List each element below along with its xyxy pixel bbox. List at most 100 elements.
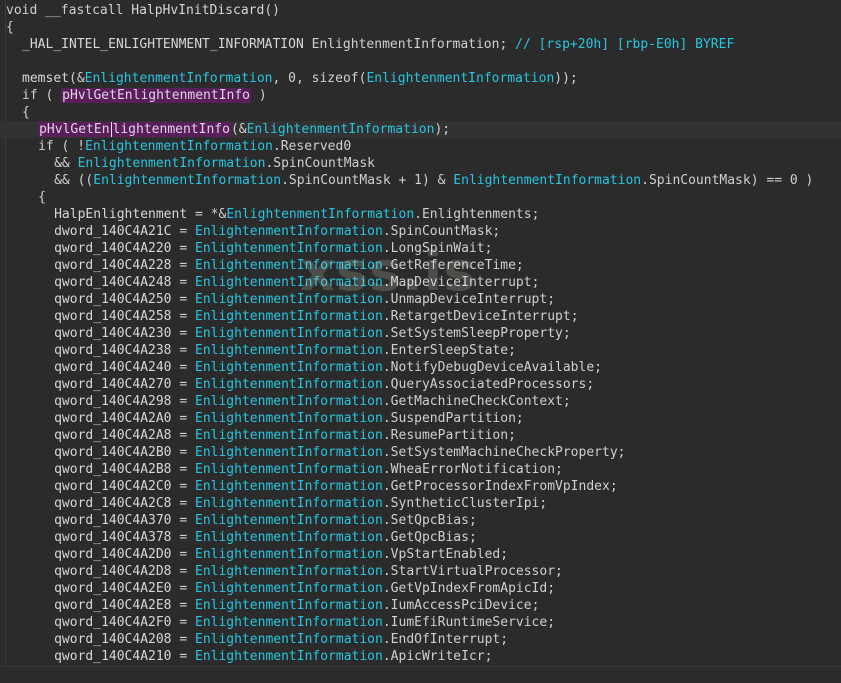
code-line[interactable]: if ( pHvlGetEnlightenmentInfo ) xyxy=(0,87,841,104)
local-variable-token[interactable]: EnlightenmentInformation xyxy=(195,292,383,307)
code-line[interactable]: qword_140C4A2C0 = EnlightenmentInformati… xyxy=(0,478,841,495)
local-variable-token[interactable]: EnlightenmentInformation xyxy=(247,122,435,137)
code-line[interactable]: qword_140C4A298 = EnlightenmentInformati… xyxy=(0,393,841,410)
code-area[interactable]: void __fastcall HalpHvInitDiscard(){_HAL… xyxy=(0,2,841,665)
local-variable-token[interactable]: EnlightenmentInformation xyxy=(195,309,383,324)
local-variable-token[interactable]: EnlightenmentInformation xyxy=(366,71,554,86)
local-variable-token[interactable]: EnlightenmentInformation xyxy=(453,173,641,188)
local-variable-token[interactable]: EnlightenmentInformation xyxy=(195,496,383,511)
local-variable-token[interactable]: EnlightenmentInformation xyxy=(195,632,383,647)
struct-member-token[interactable]: LongSpinWait xyxy=(391,241,485,256)
local-variable-token[interactable]: EnlightenmentInformation xyxy=(195,530,383,545)
struct-member-token[interactable]: StartVirtualProcessor xyxy=(391,564,555,579)
code-line[interactable]: qword_140C4A2A8 = EnlightenmentInformati… xyxy=(0,427,841,444)
struct-member-token[interactable]: IumAccessPciDevice xyxy=(391,598,532,613)
code-line[interactable]: qword_140C4A370 = EnlightenmentInformati… xyxy=(0,512,841,529)
function-name-token[interactable]: HalpHvInitDiscard xyxy=(131,3,264,18)
code-line[interactable]: qword_140C4A2A0 = EnlightenmentInformati… xyxy=(0,410,841,427)
code-line[interactable]: if ( !EnlightenmentInformation.Reserved0 xyxy=(0,138,841,155)
local-variable-token[interactable]: EnlightenmentInformation xyxy=(85,139,273,154)
struct-member-token[interactable]: WheaErrorNotification xyxy=(391,462,555,477)
code-line[interactable]: && EnlightenmentInformation.SpinCountMas… xyxy=(0,155,841,172)
global-variable-token[interactable]: qword_140C4A370 xyxy=(54,513,171,528)
struct-member-token[interactable]: SpinCountMask xyxy=(391,224,493,239)
local-variable-token[interactable]: EnlightenmentInformation xyxy=(195,581,383,596)
global-variable-token[interactable]: qword_140C4A2B0 xyxy=(54,445,171,460)
local-variable-token[interactable]: EnlightenmentInformation xyxy=(195,343,383,358)
struct-member-token[interactable]: SetQpcBias xyxy=(391,513,469,528)
global-variable-token[interactable]: HalpEnlightenment xyxy=(54,207,187,222)
global-variable-token[interactable]: qword_140C4A298 xyxy=(54,394,171,409)
code-line[interactable]: void __fastcall HalpHvInitDiscard() xyxy=(0,2,841,19)
function-name-token[interactable]: memset xyxy=(22,71,69,86)
struct-member-token[interactable]: SpinCountMask xyxy=(649,173,751,188)
global-variable-token[interactable]: qword_140C4A2F0 xyxy=(54,615,171,630)
code-line[interactable]: qword_140C4A378 = EnlightenmentInformati… xyxy=(0,529,841,546)
local-variable-token[interactable]: EnlightenmentInformation xyxy=(195,513,383,528)
struct-member-token[interactable]: EndOfInterrupt xyxy=(391,632,501,647)
code-line[interactable]: qword_140C4A248 = EnlightenmentInformati… xyxy=(0,274,841,291)
pseudocode-editor[interactable]: void __fastcall HalpHvInitDiscard(){_HAL… xyxy=(0,0,841,683)
struct-member-token[interactable]: UnmapDeviceInterrupt xyxy=(391,292,548,307)
struct-member-token[interactable]: SpinCountMask xyxy=(289,173,391,188)
local-variable-token[interactable]: EnlightenmentInformation xyxy=(195,275,383,290)
global-variable-token[interactable]: qword_140C4A2E8 xyxy=(54,598,171,613)
struct-member-token[interactable]: Reserved0 xyxy=(281,139,351,154)
global-variable-token[interactable]: qword_140C4A2C0 xyxy=(54,479,171,494)
local-variable-token[interactable]: EnlightenmentInformation xyxy=(195,241,383,256)
code-line[interactable]: qword_140C4A250 = EnlightenmentInformati… xyxy=(0,291,841,308)
local-variable-token[interactable]: EnlightenmentInformation xyxy=(93,173,281,188)
highlighted-function-token[interactable]: pHvlGetEnlightenmentInfo xyxy=(61,88,252,103)
struct-member-token[interactable]: EnterSleepState xyxy=(391,343,508,358)
code-line[interactable]: qword_140C4A220 = EnlightenmentInformati… xyxy=(0,240,841,257)
code-line[interactable]: { xyxy=(0,19,841,36)
struct-member-token[interactable]: VpStartEnabled xyxy=(391,547,501,562)
code-line[interactable]: qword_140C4A270 = EnlightenmentInformati… xyxy=(0,376,841,393)
struct-member-token[interactable]: SpinCountMask xyxy=(273,156,375,171)
global-variable-token[interactable]: qword_140C4A270 xyxy=(54,377,171,392)
global-variable-token[interactable]: qword_140C4A210 xyxy=(54,649,171,664)
global-variable-token[interactable]: dword_140C4A21C xyxy=(54,224,171,239)
code-line[interactable]: qword_140C4A210 = EnlightenmentInformati… xyxy=(0,648,841,665)
global-variable-token[interactable]: qword_140C4A248 xyxy=(54,275,171,290)
highlighted-function-token[interactable]: pHvlGetEn xyxy=(38,122,111,137)
code-line[interactable]: qword_140C4A2D0 = EnlightenmentInformati… xyxy=(0,546,841,563)
global-variable-token[interactable]: qword_140C4A258 xyxy=(54,309,171,324)
code-line[interactable]: { xyxy=(0,104,841,121)
code-line[interactable]: qword_140C4A238 = EnlightenmentInformati… xyxy=(0,342,841,359)
global-variable-token[interactable]: qword_140C4A220 xyxy=(54,241,171,256)
struct-member-token[interactable]: RetargetDeviceInterrupt xyxy=(391,309,571,324)
global-variable-token[interactable]: qword_140C4A2E0 xyxy=(54,581,171,596)
code-line[interactable]: qword_140C4A2E8 = EnlightenmentInformati… xyxy=(0,597,841,614)
global-variable-token[interactable]: qword_140C4A2D0 xyxy=(54,547,171,562)
local-variable-token[interactable]: EnlightenmentInformation xyxy=(195,649,383,664)
code-line[interactable]: memset(&EnlightenmentInformation, 0, siz… xyxy=(0,70,841,87)
struct-member-token[interactable]: GetQpcBias xyxy=(391,530,469,545)
code-line[interactable] xyxy=(0,53,841,70)
code-line[interactable]: qword_140C4A2D8 = EnlightenmentInformati… xyxy=(0,563,841,580)
code-line[interactable]: HalpEnlightenment = *&EnlightenmentInfor… xyxy=(0,206,841,223)
struct-member-token[interactable]: SetSystemMachineCheckProperty xyxy=(391,445,618,460)
code-line[interactable]: && ((EnlightenmentInformation.SpinCountM… xyxy=(0,172,841,189)
global-variable-token[interactable]: qword_140C4A250 xyxy=(54,292,171,307)
struct-member-token[interactable]: SyntheticClusterIpi xyxy=(391,496,540,511)
global-variable-token[interactable]: qword_140C4A230 xyxy=(54,326,171,341)
code-line[interactable]: qword_140C4A240 = EnlightenmentInformati… xyxy=(0,359,841,376)
struct-member-token[interactable]: GetVpIndexFromApicId xyxy=(391,581,548,596)
local-variable-token[interactable]: EnlightenmentInformation xyxy=(195,377,383,392)
struct-member-token[interactable]: MapDeviceInterrupt xyxy=(391,275,532,290)
highlighted-function-token[interactable]: lightenmentInfo xyxy=(111,122,231,137)
global-variable-token[interactable]: qword_140C4A2C8 xyxy=(54,496,171,511)
struct-member-token[interactable]: GetReferenceTime xyxy=(391,258,516,273)
local-variable-token[interactable]: EnlightenmentInformation xyxy=(195,564,383,579)
code-line[interactable]: qword_140C4A2E0 = EnlightenmentInformati… xyxy=(0,580,841,597)
code-line[interactable]: qword_140C4A2B0 = EnlightenmentInformati… xyxy=(0,444,841,461)
local-variable-token[interactable]: EnlightenmentInformation xyxy=(85,71,273,86)
struct-member-token[interactable]: ApicWriteIcr xyxy=(391,649,485,664)
code-line[interactable]: qword_140C4A258 = EnlightenmentInformati… xyxy=(0,308,841,325)
code-line[interactable]: dword_140C4A21C = EnlightenmentInformati… xyxy=(0,223,841,240)
global-variable-token[interactable]: qword_140C4A238 xyxy=(54,343,171,358)
struct-member-token[interactable]: SuspendPartition xyxy=(391,411,516,426)
local-variable-token[interactable]: EnlightenmentInformation xyxy=(195,326,383,341)
global-variable-token[interactable]: qword_140C4A228 xyxy=(54,258,171,273)
